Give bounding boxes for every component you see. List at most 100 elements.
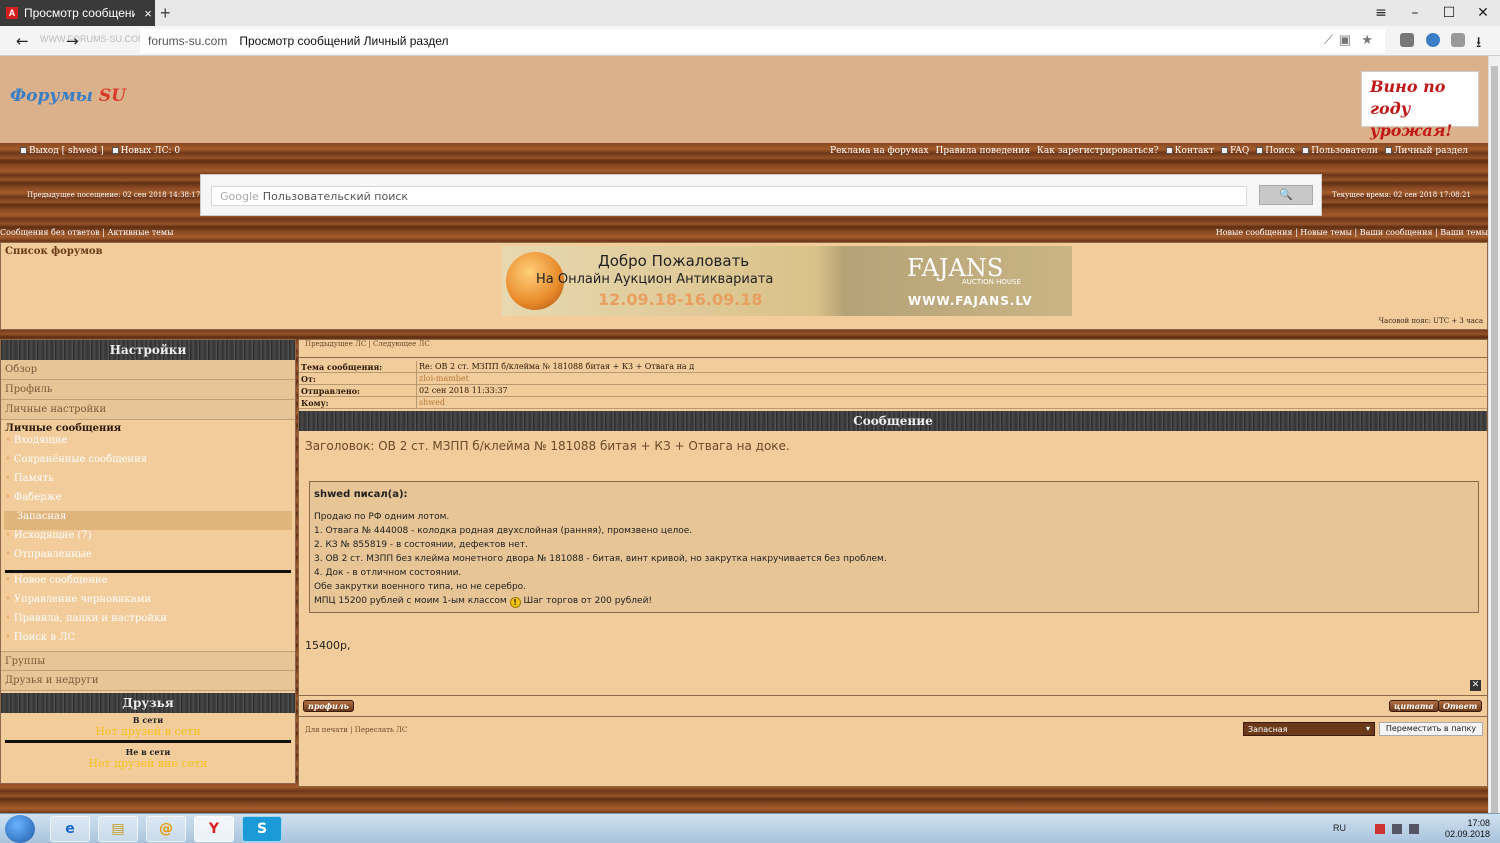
site-logo[interactable]: Форумы SU <box>10 86 126 106</box>
language-indicator[interactable]: RU <box>1333 823 1346 833</box>
wine-ad[interactable]: Вино по году урожая! <box>1361 71 1479 140</box>
sidebar-item-overview[interactable]: Обзор <box>1 360 295 380</box>
scrollbar-thumb[interactable] <box>1491 66 1498 826</box>
new-pm-link[interactable]: Новых ЛС: 0 <box>111 146 181 156</box>
pm-search-link[interactable]: • Поиск в ЛС <box>1 632 295 651</box>
back-icon[interactable]: ← <box>16 32 29 50</box>
clock[interactable]: 17:08 02.09.2018 <box>1445 818 1490 840</box>
nav-link-ads[interactable]: Реклама на форумах <box>830 146 929 156</box>
maximize-icon[interactable]: ☐ <box>1432 0 1466 26</box>
start-button[interactable] <box>5 815 35 843</box>
move-to-folder-button[interactable]: Переместить в папку <box>1379 722 1483 736</box>
message-header: Сообщение <box>299 411 1487 431</box>
volume-icon[interactable] <box>1409 824 1419 834</box>
quote-step: Шаг торгов от 200 рублей! <box>523 596 653 606</box>
nav-link-ucp[interactable]: Личный раздел <box>1384 146 1468 156</box>
nav-link-search[interactable]: Поиск <box>1256 146 1295 156</box>
menu-icon[interactable]: ≡ <box>1364 0 1398 26</box>
quote-block: shwed писал(а): Продаю по РФ одним лотом… <box>309 481 1479 613</box>
lock-icon[interactable]: ▣ <box>1339 32 1351 48</box>
nav-link-rules[interactable]: Правила поведения <box>936 146 1030 156</box>
search-button[interactable]: 🔍 <box>1259 185 1313 205</box>
message-reply: 15400р, <box>305 639 351 652</box>
pin-icon[interactable]: ⟋ <box>1324 32 1333 48</box>
folder-saved[interactable]: • Сохранённые сообщения <box>1 454 295 473</box>
folder-spare[interactable]: • Запасная <box>4 511 292 530</box>
skype-icon[interactable]: S <box>242 816 282 842</box>
close-tab-icon[interactable]: × <box>141 6 155 21</box>
info-row: Тема сообщения: Re: ОВ 2 ст. МЗПП б/клейм… <box>299 361 1487 373</box>
signal-icon[interactable] <box>1392 824 1402 834</box>
new-pm-label: Новых ЛС: 0 <box>120 146 181 156</box>
unanswered-active-links[interactable]: Сообщения без ответов | Активные темы <box>0 228 174 237</box>
forum-index-link[interactable]: Список форумов <box>5 246 103 257</box>
folder-memory[interactable]: • Память <box>1 473 295 492</box>
minimize-icon[interactable]: – <box>1398 0 1432 26</box>
folder-faberge[interactable]: • Фаберже <box>1 492 295 511</box>
folder-sent[interactable]: • Отправленные <box>1 549 295 568</box>
online-label: В сети <box>132 715 164 725</box>
sidebar-item-preferences[interactable]: Личные настройки <box>1 400 295 420</box>
folder-select[interactable]: Запасная ▾ <box>1243 722 1375 736</box>
logout-link[interactable]: Выход [ shwed ] <box>20 146 104 156</box>
divider <box>5 740 291 743</box>
compose-link[interactable]: • Новое сообщение <box>1 575 295 594</box>
new-tab-icon[interactable]: + <box>160 3 171 24</box>
quote-button[interactable]: цитата <box>1389 700 1439 712</box>
extension-icon[interactable] <box>1426 33 1440 47</box>
folder-inbox[interactable]: • Входящие <box>1 435 295 454</box>
quote-line: 1. Отвага № 444008 - колодка родная двух… <box>314 526 693 536</box>
url-field[interactable]: forums-su.com Просмотр сообщений Личный … <box>140 29 1385 53</box>
delete-message-icon[interactable]: ✕ <box>1470 680 1481 691</box>
reply-button[interactable]: Ответ <box>1438 700 1483 712</box>
extension-icon[interactable] <box>1400 33 1414 47</box>
sender-link[interactable]: zloi-mambet <box>417 373 469 384</box>
users-icon <box>1302 147 1310 154</box>
folder-label: Запасная <box>16 511 67 522</box>
new-posts-links[interactable]: Новые сообщения | Новые темы | Ваши сооб… <box>1216 228 1488 237</box>
banner-dates: 12.09.18-16.09.18 <box>598 290 763 309</box>
recipient-link[interactable]: shwed <box>417 397 445 408</box>
sidebar-item-pm[interactable]: Личные сообщения <box>1 420 295 435</box>
fajans-banner[interactable]: Добро Пожаловать На Онлайн Аукцион Антик… <box>502 246 1072 316</box>
bookmark-star-icon[interactable]: ★ <box>1361 32 1373 48</box>
url-page-title: Просмотр сообщений Личный раздел <box>239 34 449 48</box>
print-forward-links[interactable]: Для печати | Переслать ЛС <box>305 726 407 734</box>
download-icon[interactable]: ⭳ <box>1476 32 1481 57</box>
pm-prev-next[interactable]: Предыдущее ЛС | Следующее ЛС <box>299 340 1487 358</box>
folder-label: Входящие <box>13 435 68 446</box>
nav-link-contact[interactable]: Контакт <box>1165 146 1214 156</box>
divider <box>5 570 291 573</box>
sidebar-item-friends-foes[interactable]: Друзья и недруги <box>1 671 295 691</box>
sidebar-item-groups[interactable]: Группы <box>1 651 295 671</box>
banner-site: WWW.FAJANS.LV <box>908 294 1033 308</box>
rules-folders-link[interactable]: • Правила, папки и настройки <box>1 613 295 632</box>
quote-line: 2. КЗ № 855819 - в состоянии, дефектов н… <box>314 540 528 550</box>
explorer-icon[interactable]: ▤ <box>98 816 138 842</box>
ucp-sidebar: Настройки Обзор Профиль Личные настройки… <box>0 339 296 784</box>
nav-link-users[interactable]: Пользователи <box>1302 146 1378 156</box>
forum-breadcrumb-bar: Список форумов Добро Пожаловать На Онлай… <box>0 242 1488 330</box>
top-navigation: Выход [ shwed ] Новых ЛС: 0 Реклама на ф… <box>0 143 1488 171</box>
action-label: Правила, папки и настройки <box>13 613 167 624</box>
network-error-icon[interactable] <box>1375 824 1385 834</box>
yandex-browser-icon[interactable]: Y <box>194 816 234 842</box>
close-window-icon[interactable]: ✕ <box>1466 0 1500 26</box>
shield-icon[interactable] <box>1451 33 1465 47</box>
forward-icon[interactable]: → <box>66 32 79 50</box>
nav-link-faq[interactable]: FAQ <box>1220 146 1249 156</box>
logo-text: Форумы <box>10 86 93 106</box>
mail-icon[interactable]: @ <box>146 816 186 842</box>
ucp-label: Личный раздел <box>1393 146 1468 156</box>
search-input[interactable]: Google Пользовательский поиск <box>211 186 1247 206</box>
action-label: Новое сообщение <box>13 575 108 586</box>
vertical-scrollbar[interactable] <box>1488 56 1500 826</box>
timezone: Часовой пояс: UTC + 3 часа <box>1378 317 1483 325</box>
sidebar-item-profile[interactable]: Профиль <box>1 380 295 400</box>
folder-outbox[interactable]: • Исходящие (7) <box>1 530 295 549</box>
profile-button[interactable]: профиль <box>303 700 354 712</box>
ie-icon[interactable]: e <box>50 816 90 842</box>
nav-link-register[interactable]: Как зарегистрироваться? <box>1037 146 1159 156</box>
browser-tab[interactable]: A Просмотр сообщений Л × <box>0 0 155 26</box>
drafts-link[interactable]: • Управление черновиками <box>1 594 295 613</box>
